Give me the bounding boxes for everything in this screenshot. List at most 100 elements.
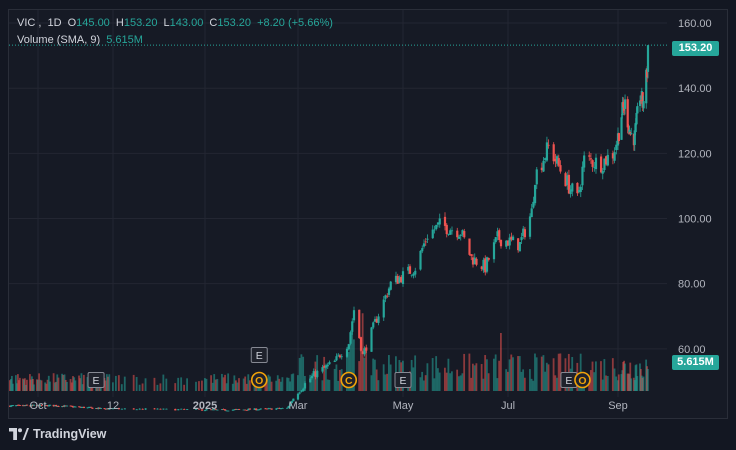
volume-bar: [451, 371, 453, 391]
volume-bar: [642, 376, 645, 391]
volume-bar: [438, 372, 441, 391]
volume-bar: [242, 378, 245, 391]
volume-bar: [389, 364, 392, 391]
candle: [183, 408, 186, 410]
y-axis-tick-label: 80.00: [678, 279, 706, 291]
volume-bar: [421, 371, 424, 391]
volume-bar: [123, 376, 126, 391]
candle: [90, 406, 93, 408]
volume-bar: [144, 378, 147, 391]
volume-bar: [326, 379, 329, 391]
volume-bar: [227, 373, 230, 391]
volume-bar: [66, 381, 68, 391]
candle: [511, 234, 515, 241]
brand-name: TradingView: [33, 427, 107, 441]
volume-bar: [617, 374, 620, 391]
candle: [238, 408, 241, 410]
y-axis-tick-label: 120.00: [678, 148, 712, 160]
volume-bar: [325, 367, 327, 391]
ohlc-legend: VIC, 1D O145.00 H153.20 L143.00 C153.20 …: [17, 17, 333, 29]
candle: [328, 360, 331, 365]
chart-area[interactable]: E E O C E E O 160.00 140.00 120.00 100.00 80.00 60.0…: [8, 9, 728, 419]
candle: [48, 404, 52, 406]
candle: [408, 264, 412, 274]
y-axis-tick-label: 140.00: [678, 83, 712, 95]
volume-bar: [302, 356, 305, 391]
y-axis-tick-label: 100.00: [678, 214, 712, 226]
volume-bar: [183, 384, 186, 391]
volume-bar: [244, 376, 247, 391]
volume-bar: [447, 358, 450, 391]
volume-bar: [278, 378, 281, 391]
candles: [9, 45, 650, 412]
volume-tag: 5.615M: [672, 355, 719, 370]
volume-bar: [201, 380, 203, 391]
volume-bar: [204, 378, 206, 391]
candle: [144, 408, 147, 410]
volume-label[interactable]: Volume (SMA, 9): [17, 34, 100, 46]
open-key: O: [67, 17, 77, 29]
candle: [270, 408, 273, 410]
volume-bar: [120, 384, 123, 391]
volume-bar: [165, 378, 168, 391]
volume-bar: [611, 358, 614, 391]
volume-bar: [484, 355, 487, 391]
volume-bar: [231, 383, 234, 391]
volume-bar: [540, 356, 543, 391]
high-value: 153.20: [123, 17, 158, 29]
volume-bar: [321, 380, 324, 391]
volume-bar: [114, 375, 117, 391]
volume-bar: [605, 375, 607, 391]
candlestick-chart[interactable]: EEO C E E O160.00140.00120.00100.0080.0060.0…: [9, 10, 728, 419]
volume-bar: [247, 374, 250, 391]
legend-interval[interactable]: 1D: [47, 17, 61, 29]
volume-bar: [328, 379, 331, 391]
volume-bar: [233, 375, 236, 391]
volume-bar: [636, 376, 639, 391]
volume-bar: [470, 377, 473, 391]
x-axis-tick-label: 2025: [193, 400, 217, 412]
candle: [545, 136, 549, 163]
candle: [159, 408, 162, 410]
volume-bar: [108, 374, 111, 391]
volume-bar: [248, 380, 251, 391]
candle: [174, 408, 177, 411]
candle: [594, 153, 598, 174]
volume-bar: [473, 365, 476, 391]
volume-bar: [522, 369, 525, 391]
volume-bar: [601, 379, 604, 391]
volume-bar: [213, 374, 216, 391]
candle: [180, 408, 183, 410]
volume-bar: [174, 383, 177, 391]
volume-bar: [508, 359, 511, 391]
candle: [132, 408, 135, 410]
volume-bar: [552, 358, 555, 391]
volume-bar: [221, 373, 223, 391]
candle: [571, 182, 574, 197]
volume-bar: [603, 359, 606, 391]
volume-bar: [286, 377, 288, 391]
candle: [135, 409, 138, 411]
tradingview-logo-icon: [9, 428, 29, 440]
volume-bar: [177, 377, 180, 391]
volume-bar: [335, 364, 338, 391]
legend-symbol[interactable]: VIC: [17, 17, 35, 29]
volume-bar: [424, 375, 427, 391]
volume-bar: [554, 375, 557, 391]
volume-bar: [414, 355, 417, 391]
candle: [377, 313, 380, 326]
candle: [123, 408, 126, 410]
volume-bar: [287, 377, 290, 391]
event-marker-label: O: [255, 375, 263, 387]
volume-bar: [269, 376, 271, 391]
volume-bar: [613, 368, 616, 391]
volume-bar: [365, 349, 368, 391]
volume-bar: [235, 380, 237, 391]
volume-bar: [505, 369, 508, 391]
x-axis-tick-label: May: [393, 400, 414, 412]
volume-bar: [117, 375, 120, 391]
volume-bar: [388, 355, 390, 391]
candle: [65, 405, 69, 407]
tradingview-logo[interactable]: TradingView: [9, 426, 106, 442]
volume-bar: [456, 369, 459, 391]
